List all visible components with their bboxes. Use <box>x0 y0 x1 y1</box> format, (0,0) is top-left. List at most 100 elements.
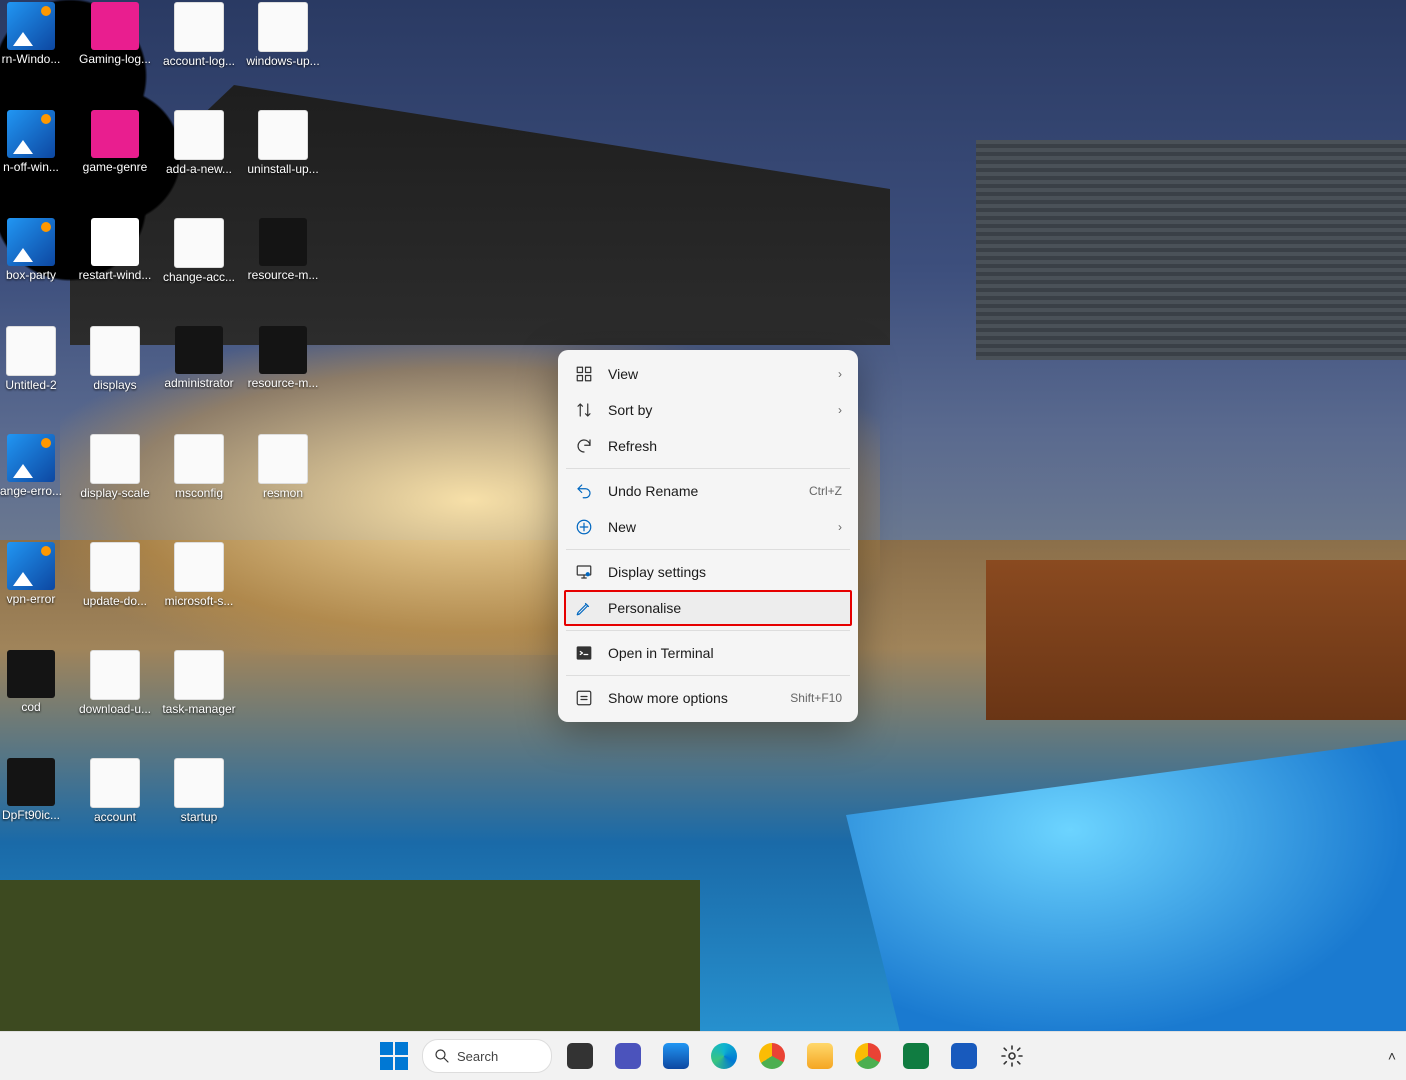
desktop-icon[interactable]: msconfig <box>158 434 240 500</box>
chat-button[interactable] <box>608 1036 648 1076</box>
icon-label: ange-erro... <box>0 484 72 498</box>
start-button[interactable] <box>374 1036 414 1076</box>
menu-separator <box>566 468 850 469</box>
undo-icon <box>574 481 594 501</box>
icon-label: Untitled-2 <box>0 378 72 392</box>
desktop-icon[interactable]: ange-erro... <box>0 434 72 498</box>
menu-item-open-in-terminal[interactable]: Open in Terminal <box>564 635 852 671</box>
taskbar-search[interactable]: Search <box>422 1039 552 1073</box>
task-view-button[interactable] <box>560 1036 600 1076</box>
icon-label: update-do... <box>74 594 156 608</box>
file-thumbnail <box>174 218 224 268</box>
menu-item-refresh[interactable]: Refresh <box>564 428 852 464</box>
system-tray[interactable]: ˄ <box>1388 1048 1396 1064</box>
desktop-icon[interactable]: update-do... <box>74 542 156 608</box>
desktop-icon[interactable]: change-acc... <box>158 218 240 284</box>
file-thumbnail <box>7 758 55 806</box>
sort-icon <box>574 400 594 420</box>
desktop-icon[interactable]: restart-wind... <box>74 218 156 282</box>
desktop-icon[interactable]: rn-Windo... <box>0 2 72 66</box>
tray-chevron-up-icon[interactable]: ˄ <box>1388 1048 1396 1064</box>
desktop-icon[interactable]: uninstall-up... <box>242 110 324 176</box>
icon-label: account-log... <box>158 54 240 68</box>
menu-shortcut: Ctrl+Z <box>809 484 842 498</box>
desktop-icon[interactable]: account-log... <box>158 2 240 68</box>
menu-item-show-more-options[interactable]: Show more options Shift+F10 <box>564 680 852 716</box>
app-icon <box>663 1043 689 1069</box>
chat-icon <box>615 1043 641 1069</box>
desktop-icon[interactable]: resource-m... <box>242 326 324 390</box>
icon-label: resource-m... <box>242 268 324 282</box>
task-view-icon <box>567 1043 593 1069</box>
desktop-icon[interactable]: box-party <box>0 218 72 282</box>
file-thumbnail <box>174 650 224 700</box>
desktop-icon[interactable]: n-off-win... <box>0 110 72 174</box>
desktop-icon[interactable]: vpn-error <box>0 542 72 606</box>
file-thumbnail <box>174 542 224 592</box>
settings-button[interactable] <box>992 1036 1032 1076</box>
more-options-icon <box>574 688 594 708</box>
taskbar-app[interactable] <box>656 1036 696 1076</box>
chrome-button[interactable] <box>752 1036 792 1076</box>
menu-item-display-settings[interactable]: Display settings <box>564 554 852 590</box>
desktop-icon[interactable]: download-u... <box>74 650 156 716</box>
desktop-icon[interactable]: administrator <box>158 326 240 390</box>
word-button[interactable] <box>944 1036 984 1076</box>
desktop-icon[interactable]: display-scale <box>74 434 156 500</box>
menu-item-sort-by[interactable]: Sort by › <box>564 392 852 428</box>
desktop-icon[interactable]: game-genre <box>74 110 156 174</box>
menu-item-new[interactable]: New › <box>564 509 852 545</box>
refresh-icon <box>574 436 594 456</box>
icon-label: startup <box>158 810 240 824</box>
excel-button[interactable] <box>896 1036 936 1076</box>
menu-label: Display settings <box>608 564 842 580</box>
file-thumbnail <box>175 326 223 374</box>
chevron-right-icon: › <box>838 367 842 381</box>
desktop-icon[interactable]: DpFt90ic... <box>0 758 72 822</box>
file-thumbnail <box>90 542 140 592</box>
desktop-icon[interactable]: task-manager <box>158 650 240 716</box>
icon-label: windows-up... <box>242 54 324 68</box>
desktop-icon[interactable]: resmon <box>242 434 324 500</box>
desktop-icon[interactable]: startup <box>158 758 240 824</box>
icon-label: displays <box>74 378 156 392</box>
menu-separator <box>566 630 850 631</box>
menu-item-personalise[interactable]: Personalise <box>564 590 852 626</box>
file-thumbnail <box>90 326 140 376</box>
desktop-icon[interactable]: resource-m... <box>242 218 324 282</box>
desktop-icon[interactable]: microsoft-s... <box>158 542 240 608</box>
desktop-icon[interactable]: cod <box>0 650 72 714</box>
icon-label: add-a-new... <box>158 162 240 176</box>
desktop-icon[interactable]: Gaming-log... <box>74 2 156 66</box>
desktop-icon[interactable]: Untitled-2 <box>0 326 72 392</box>
folder-icon <box>807 1043 833 1069</box>
edge-icon <box>711 1043 737 1069</box>
file-explorer-button[interactable] <box>800 1036 840 1076</box>
desktop-icon[interactable]: displays <box>74 326 156 392</box>
icon-label: administrator <box>158 376 240 390</box>
file-thumbnail <box>90 758 140 808</box>
icon-label: display-scale <box>74 486 156 500</box>
excel-icon <box>903 1043 929 1069</box>
search-icon <box>433 1047 451 1065</box>
menu-item-view[interactable]: View › <box>564 356 852 392</box>
icon-label: DpFt90ic... <box>0 808 72 822</box>
chrome-profile-button[interactable] <box>848 1036 888 1076</box>
icon-label: download-u... <box>74 702 156 716</box>
desktop-icon[interactable]: account <box>74 758 156 824</box>
menu-shortcut: Shift+F10 <box>790 691 842 705</box>
file-thumbnail <box>174 110 224 160</box>
taskbar-center: Search <box>374 1036 1032 1076</box>
menu-label: Undo Rename <box>608 483 809 499</box>
menu-item-undo-rename[interactable]: Undo Rename Ctrl+Z <box>564 473 852 509</box>
icon-label: box-party <box>0 268 72 282</box>
desktop-icon[interactable]: add-a-new... <box>158 110 240 176</box>
desktop-icon[interactable]: windows-up... <box>242 2 324 68</box>
terminal-icon <box>574 643 594 663</box>
icon-label: n-off-win... <box>0 160 72 174</box>
icon-label: game-genre <box>74 160 156 174</box>
file-thumbnail <box>174 2 224 52</box>
menu-label: Personalise <box>608 600 842 616</box>
icon-label: vpn-error <box>0 592 72 606</box>
edge-button[interactable] <box>704 1036 744 1076</box>
